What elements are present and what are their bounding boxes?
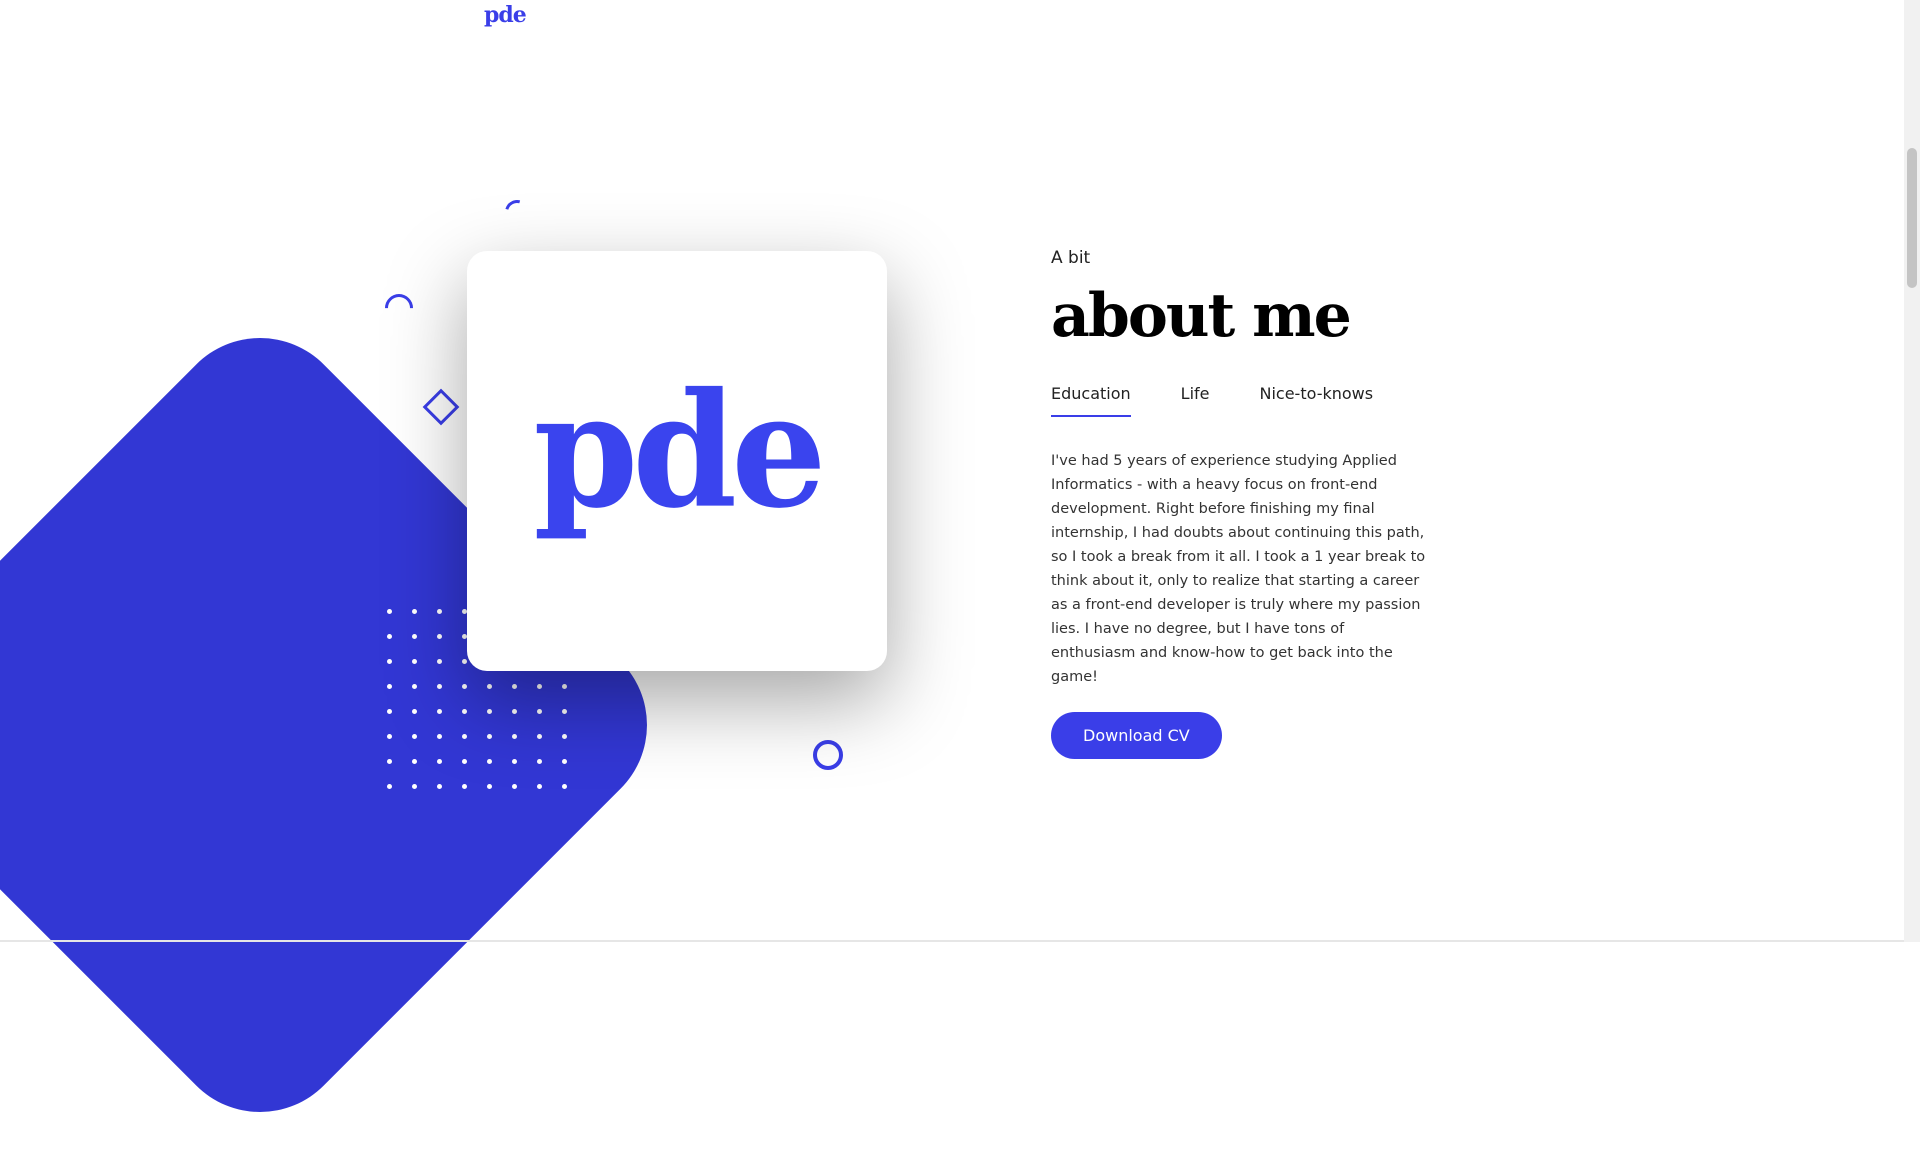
diamond-shape (422, 388, 460, 426)
grid-dot (437, 609, 442, 614)
grid-dot (387, 734, 392, 739)
grid-dot (387, 634, 392, 639)
grid-dot (387, 684, 392, 689)
grid-dot (462, 709, 467, 714)
grid-dot (512, 784, 517, 789)
grid-dot (487, 784, 492, 789)
grid-dot (437, 709, 442, 714)
section-eyebrow: A bit (1051, 248, 1091, 268)
arc-shape (500, 195, 534, 229)
grid-dot (537, 684, 542, 689)
circle-shape (813, 740, 843, 770)
about-section: A bit about me Education Life Nice-to-kn… (1051, 248, 1431, 759)
grid-dot (387, 784, 392, 789)
grid-dot (512, 684, 517, 689)
site-logo[interactable]: pde (484, 2, 527, 28)
grid-dot (437, 759, 442, 764)
grid-dot (437, 684, 442, 689)
grid-dot (512, 709, 517, 714)
section-title: about me (1051, 281, 1352, 351)
logo-card: pde (467, 251, 887, 671)
scrollbar-thumb[interactable] (1907, 148, 1917, 288)
grid-dot (387, 659, 392, 664)
grid-dot (487, 759, 492, 764)
download-cv-button[interactable]: Download CV (1051, 712, 1222, 759)
grid-dot (412, 709, 417, 714)
grid-dot (387, 709, 392, 714)
grid-dot (562, 784, 567, 789)
grid-dot (562, 759, 567, 764)
grid-dot (412, 784, 417, 789)
grid-dot (412, 684, 417, 689)
grid-dot (487, 709, 492, 714)
grid-dot (562, 709, 567, 714)
tab-education[interactable]: Education (1051, 384, 1131, 417)
card-logo: pde (533, 358, 826, 544)
grid-dot (512, 759, 517, 764)
grid-dot (462, 684, 467, 689)
grid-dot (537, 784, 542, 789)
grid-dot (462, 734, 467, 739)
grid-dot (387, 759, 392, 764)
grid-dot (487, 684, 492, 689)
grid-dot (537, 709, 542, 714)
grid-dot (462, 759, 467, 764)
grid-dot (437, 784, 442, 789)
tab-nice-to-knows[interactable]: Nice-to-knows (1260, 384, 1374, 417)
tab-bar: Education Life Nice-to-knows (1051, 384, 1431, 417)
grid-dot (412, 609, 417, 614)
grid-dot (537, 734, 542, 739)
grid-dot (562, 734, 567, 739)
grid-dot (412, 659, 417, 664)
grid-dot (437, 634, 442, 639)
grid-dot (462, 659, 467, 664)
grid-dot (562, 684, 567, 689)
grid-dot (437, 659, 442, 664)
grid-dot (412, 734, 417, 739)
grid-dot (437, 734, 442, 739)
grid-dot (412, 759, 417, 764)
grid-dot (387, 609, 392, 614)
about-text: I've had 5 years of experience studying … (1051, 453, 1426, 685)
grid-dot (512, 734, 517, 739)
top-bar: pde (0, 0, 1904, 40)
grid-dot (412, 634, 417, 639)
vertical-scrollbar[interactable] (1904, 0, 1920, 942)
grid-dot (462, 784, 467, 789)
tab-life[interactable]: Life (1181, 384, 1210, 417)
arc-shape (379, 288, 419, 328)
grid-dot (487, 734, 492, 739)
grid-dot (537, 759, 542, 764)
